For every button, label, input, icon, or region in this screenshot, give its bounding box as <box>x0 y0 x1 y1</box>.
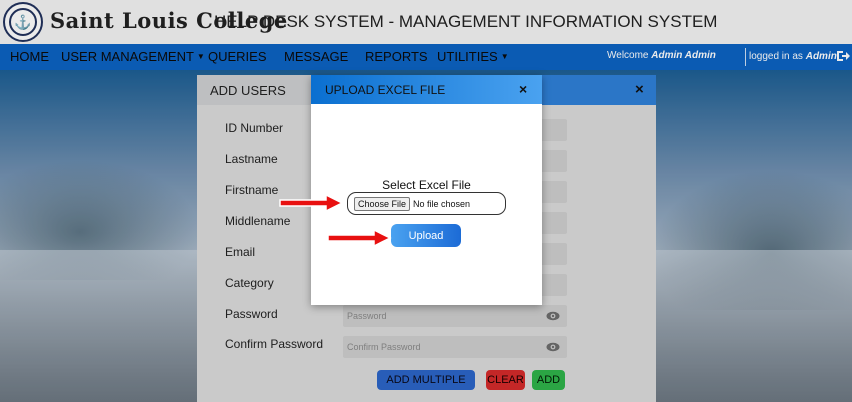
upload-button[interactable]: Upload <box>391 224 461 247</box>
upload-excel-modal: UPLOAD EXCEL FILE × Select Excel File Ch… <box>311 75 542 305</box>
red-arrow-icon <box>279 193 344 213</box>
file-input[interactable]: Choose File No file chosen <box>347 192 506 215</box>
modal-close-button[interactable]: × <box>519 81 527 97</box>
red-arrow-icon <box>327 228 392 248</box>
no-file-text: No file chosen <box>413 199 471 209</box>
choose-file-button[interactable]: Choose File <box>354 197 411 211</box>
modal-header: UPLOAD EXCEL FILE × <box>311 75 542 104</box>
modal-title: UPLOAD EXCEL FILE <box>325 83 446 97</box>
select-excel-label: Select Excel File <box>382 178 471 192</box>
